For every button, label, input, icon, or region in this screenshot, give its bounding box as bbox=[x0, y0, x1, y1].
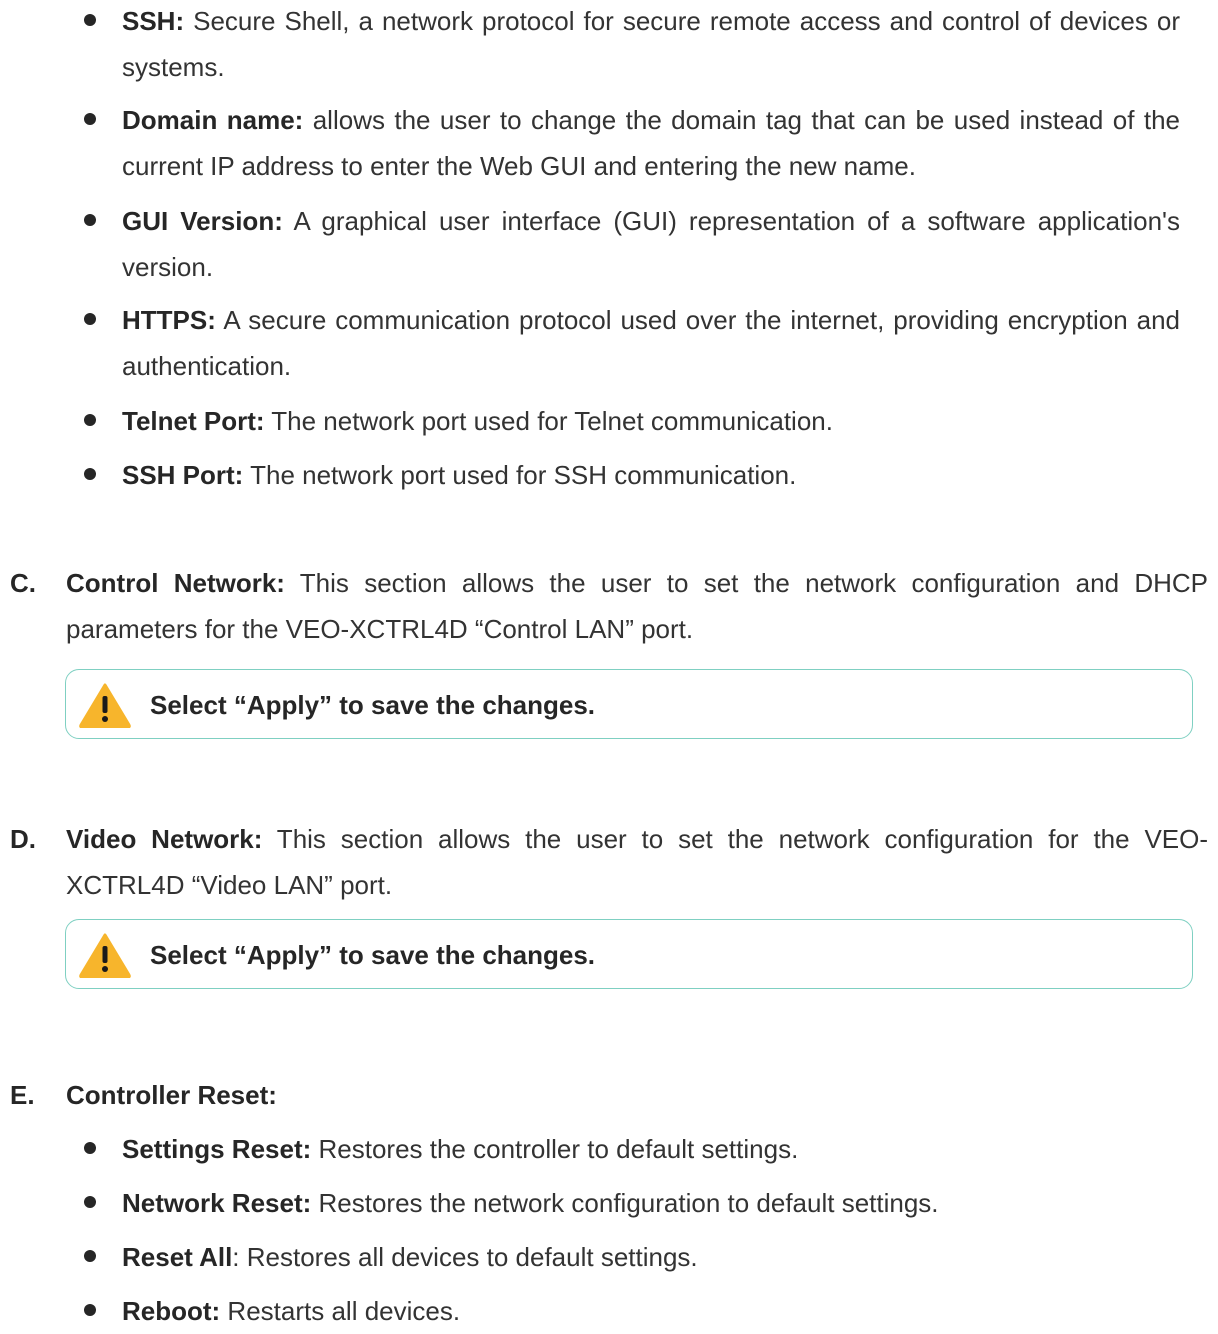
description: The network port used for SSH communicat… bbox=[243, 460, 797, 490]
bullet-icon bbox=[84, 14, 96, 26]
list-item: Reset All: Restores all devices to defau… bbox=[84, 1234, 1180, 1280]
warning-triangle-icon bbox=[79, 683, 131, 728]
section-letter: C. bbox=[10, 568, 36, 598]
warning-triangle-icon bbox=[79, 933, 131, 978]
term: HTTPS: bbox=[122, 305, 216, 335]
bullet-icon bbox=[84, 414, 96, 426]
term: SSH Port: bbox=[122, 460, 244, 490]
list-item: SSH: Secure Shell, a network protocol fo… bbox=[84, 0, 1180, 90]
bullet-icon bbox=[84, 1304, 96, 1316]
bullet-icon bbox=[84, 113, 96, 125]
note-text: Select “Apply” to save the changes. bbox=[150, 690, 596, 720]
term: Settings Reset: bbox=[122, 1134, 312, 1164]
bullet-icon bbox=[84, 1142, 96, 1154]
bullet-icon bbox=[84, 468, 96, 480]
description: : Restores all devices to default settin… bbox=[232, 1242, 698, 1272]
bullet-icon bbox=[84, 1250, 96, 1262]
list-item: Settings Reset: Restores the controller … bbox=[84, 1126, 1180, 1172]
note-box: Select “Apply” to save the changes. bbox=[65, 669, 1193, 739]
description: A secure communication protocol used ove… bbox=[122, 305, 1180, 381]
description: Restores the controller to default setti… bbox=[311, 1134, 799, 1164]
term: Domain name: bbox=[122, 105, 304, 135]
term: Reset All bbox=[122, 1242, 233, 1272]
section-term: Controller Reset: bbox=[66, 1080, 277, 1110]
list-item: HTTPS: A secure communication protocol u… bbox=[84, 297, 1180, 389]
section-controller-reset: E. Controller Reset: bbox=[10, 1072, 1208, 1118]
list-item: Telnet Port: The network port used for T… bbox=[84, 398, 1180, 444]
section-letter: E. bbox=[10, 1080, 35, 1110]
term: Telnet Port: bbox=[122, 406, 265, 436]
list-item: Domain name: allows the user to change t… bbox=[84, 97, 1180, 189]
description: Secure Shell, a network protocol for sec… bbox=[122, 6, 1180, 82]
list-item: Network Reset: Restores the network conf… bbox=[84, 1180, 1180, 1226]
list-item: GUI Version: A graphical user interface … bbox=[84, 198, 1180, 290]
term: Reboot: bbox=[122, 1296, 221, 1326]
section-control-network: C. Control Network: This section allows … bbox=[10, 560, 1208, 652]
bullet-icon bbox=[84, 313, 96, 325]
list-item: SSH Port: The network port used for SSH … bbox=[84, 452, 1180, 498]
description: Restarts all devices. bbox=[220, 1296, 461, 1326]
term: GUI Version: bbox=[122, 206, 283, 236]
list-item: Reboot: Restarts all devices. bbox=[84, 1288, 1180, 1334]
bullet-icon bbox=[84, 1196, 96, 1208]
note-box: Select “Apply” to save the changes. bbox=[65, 919, 1193, 989]
description: The network port used for Telnet communi… bbox=[264, 406, 833, 436]
section-term: Control Network: bbox=[66, 568, 285, 598]
section-video-network: D. Video Network: This section allows th… bbox=[10, 816, 1208, 908]
section-term: Video Network: bbox=[66, 824, 263, 854]
term: SSH: bbox=[122, 6, 185, 36]
section-letter: D. bbox=[10, 824, 36, 854]
bullet-icon bbox=[84, 214, 96, 226]
term: Network Reset: bbox=[122, 1188, 312, 1218]
description: Restores the network configuration to de… bbox=[311, 1188, 939, 1218]
note-text: Select “Apply” to save the changes. bbox=[150, 940, 596, 970]
